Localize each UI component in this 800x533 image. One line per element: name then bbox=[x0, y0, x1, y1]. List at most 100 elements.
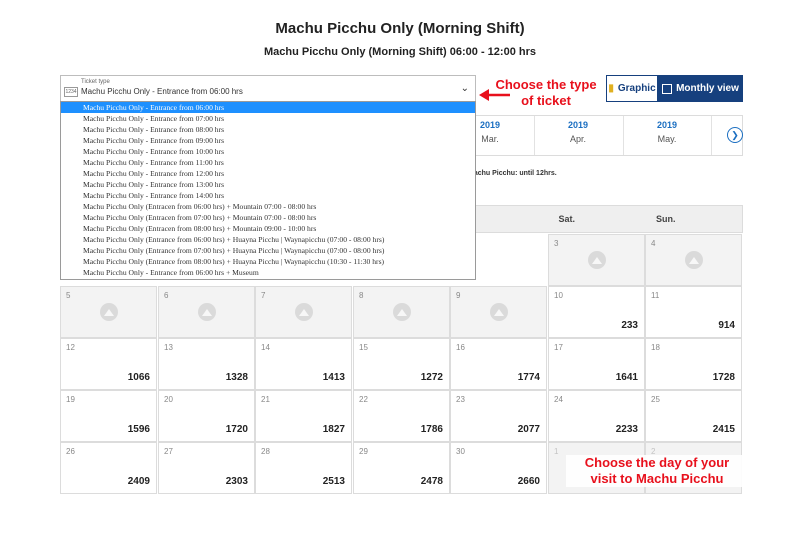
availability-count: 1328 bbox=[225, 372, 248, 383]
availability-count: 1641 bbox=[615, 372, 638, 383]
calendar-day[interactable]: 27 2303 bbox=[158, 442, 255, 494]
day-number: 10 bbox=[554, 291, 563, 300]
ticket-type-option[interactable]: Machu Picchu Only - Entrance from 06:00 … bbox=[61, 102, 475, 113]
day-name: Sat. bbox=[558, 214, 576, 224]
ticket-type-option[interactable]: Machu Picchu Only - Entrance from 06:00 … bbox=[61, 267, 475, 278]
ticket-type-option[interactable]: Machu Picchu Only - Entrance from 08:00 … bbox=[61, 124, 475, 135]
annotation-line: Choose the day of your bbox=[584, 455, 730, 470]
calendar-day: 5 bbox=[60, 286, 157, 338]
calendar-day[interactable]: 15 1272 bbox=[353, 338, 450, 390]
availability-count: 1827 bbox=[322, 424, 345, 435]
page-title: Machu Picchu Only (Morning Shift) bbox=[275, 20, 525, 37]
calendar-day[interactable]: 18 1728 bbox=[645, 338, 742, 390]
calendar-day[interactable]: 25 2415 bbox=[645, 390, 742, 442]
calendar-day[interactable]: 19 1596 bbox=[60, 390, 157, 442]
availability-count: 914 bbox=[718, 320, 735, 331]
availability-count: 2415 bbox=[712, 424, 735, 435]
calendar-day[interactable]: 16 1774 bbox=[450, 338, 547, 390]
availability-count: 2513 bbox=[322, 476, 345, 487]
ticket-type-option[interactable]: Machu Picchu Only (Entracen from 06:00 h… bbox=[61, 201, 475, 212]
ticket-type-option[interactable]: Machu Picchu Only (Entrance from 08:00 h… bbox=[61, 256, 475, 267]
ticket-type-option[interactable]: Machu Picchu Only - Entrance from 10:00 … bbox=[61, 146, 475, 157]
calendar-day[interactable]: 10 233 bbox=[548, 286, 645, 338]
day-number: 24 bbox=[554, 395, 563, 404]
availability-count: 1786 bbox=[420, 424, 443, 435]
day-number: 6 bbox=[164, 291, 169, 300]
day-number: 13 bbox=[164, 343, 173, 352]
mountain-icon bbox=[198, 303, 216, 321]
month-year: 2019 bbox=[656, 120, 678, 130]
ticket-type-value: Machu Picchu Only - Entrance from 06:00 … bbox=[81, 87, 243, 96]
calendar-day[interactable]: 23 2077 bbox=[450, 390, 547, 442]
ticket-type-option[interactable]: Machu Picchu Only - Entrance from 07:00 … bbox=[61, 113, 475, 124]
ticket-type-option[interactable]: Machu Picchu Only (Entrance from 07:00 h… bbox=[61, 245, 475, 256]
availability-count: 2077 bbox=[517, 424, 540, 435]
calendar-day[interactable]: 26 2409 bbox=[60, 442, 157, 494]
ticket-type-option[interactable]: Machu Picchu Only (Entrance from 06:00 h… bbox=[61, 234, 475, 245]
calendar-day[interactable]: 20 1720 bbox=[158, 390, 255, 442]
next-month-icon[interactable]: ❯ bbox=[727, 127, 743, 143]
day-number: 15 bbox=[359, 343, 368, 352]
day-number: 8 bbox=[359, 291, 364, 300]
ticket-type-option[interactable]: Machu Picchu Only (Entracen from 08:00 h… bbox=[61, 223, 475, 234]
calendar-day[interactable]: 13 1328 bbox=[158, 338, 255, 390]
calendar-day: 6 bbox=[158, 286, 255, 338]
day-number: 18 bbox=[651, 343, 660, 352]
ticket-annotation: Choose the type of ticket bbox=[484, 77, 608, 109]
calendar-day[interactable]: 14 1413 bbox=[255, 338, 352, 390]
ticket-type-select[interactable]: 1234 Ticket type Machu Picchu Only - Ent… bbox=[60, 75, 476, 102]
calendar-icon: 1234 bbox=[64, 87, 78, 97]
day-number: 1 bbox=[554, 447, 559, 456]
ticket-type-option[interactable]: Machu Picchu Only - Entrance from 12:00 … bbox=[61, 168, 475, 179]
availability-count: 2660 bbox=[517, 476, 540, 487]
ticket-type-option[interactable]: Machu Picchu Only - Entrance from 13:00 … bbox=[61, 179, 475, 190]
mountain-icon bbox=[588, 251, 606, 269]
day-number: 25 bbox=[651, 395, 660, 404]
month-tab[interactable]: 2019 May. bbox=[637, 120, 697, 144]
calendar-day[interactable]: 30 2660 bbox=[450, 442, 547, 494]
graphic-view-button[interactable]: ▮ Graphic bbox=[606, 75, 658, 102]
availability-count: 1272 bbox=[420, 372, 443, 383]
monthly-view-button[interactable]: Monthly view bbox=[658, 75, 743, 102]
calendar-day[interactable]: 11 914 bbox=[645, 286, 742, 338]
day-number: 9 bbox=[456, 291, 461, 300]
calendar-day[interactable]: 24 2233 bbox=[548, 390, 645, 442]
divider bbox=[534, 116, 535, 155]
day-number: 30 bbox=[456, 447, 465, 456]
calendar-day: 3 bbox=[548, 234, 645, 286]
availability-count: 2303 bbox=[225, 476, 248, 487]
ticket-type-option[interactable]: Machu Picchu Only (Entracen from 07:00 h… bbox=[61, 212, 475, 223]
annotation-line: visit to Machu Picchu bbox=[590, 471, 724, 486]
month-name: May. bbox=[657, 134, 677, 144]
day-number: 4 bbox=[651, 239, 656, 248]
calendar-day[interactable]: 12 1066 bbox=[60, 338, 157, 390]
ticket-type-option[interactable]: Machu Picchu Only - Entrance from 11:00 … bbox=[61, 157, 475, 168]
day-name: Sun. bbox=[656, 214, 676, 224]
mountain-icon bbox=[295, 303, 313, 321]
day-number: 27 bbox=[164, 447, 173, 456]
day-number: 23 bbox=[456, 395, 465, 404]
ticket-type-label: Ticket type bbox=[81, 79, 110, 85]
availability-count: 2233 bbox=[615, 424, 638, 435]
day-number: 17 bbox=[554, 343, 563, 352]
chevron-down-icon: ⌄ bbox=[460, 83, 469, 94]
ticket-type-option[interactable]: Machu Picchu Only - Entrance from 09:00 … bbox=[61, 135, 475, 146]
availability-count: 1413 bbox=[322, 372, 345, 383]
day-number: 16 bbox=[456, 343, 465, 352]
day-number: 28 bbox=[261, 447, 270, 456]
schedule-note: Machu Picchu: until 12hrs. bbox=[468, 170, 557, 177]
availability-count: 2409 bbox=[127, 476, 150, 487]
chart-icon: ▮ bbox=[608, 83, 614, 94]
calendar-day[interactable]: 22 1786 bbox=[353, 390, 450, 442]
ticket-type-option[interactable]: Machu Picchu Only - Entrance from 14:00 … bbox=[61, 190, 475, 201]
month-tab[interactable]: 2019 Apr. bbox=[548, 120, 608, 144]
calendar-day[interactable]: 21 1827 bbox=[255, 390, 352, 442]
calendar-day[interactable]: 28 2513 bbox=[255, 442, 352, 494]
calendar-day[interactable]: 17 1641 bbox=[548, 338, 645, 390]
availability-count: 233 bbox=[621, 320, 638, 331]
day-number: 11 bbox=[651, 291, 660, 300]
calendar-day[interactable]: 29 2478 bbox=[353, 442, 450, 494]
day-annotation: Choose the day of your visit to Machu Pi… bbox=[566, 455, 748, 487]
availability-count: 1066 bbox=[127, 372, 150, 383]
day-number: 14 bbox=[261, 343, 270, 352]
